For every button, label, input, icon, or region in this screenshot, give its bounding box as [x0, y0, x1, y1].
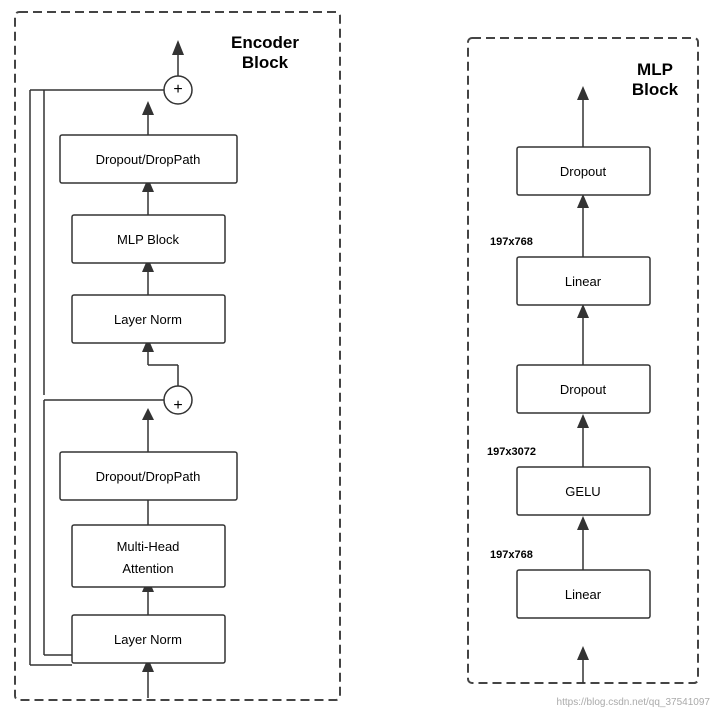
svg-text:Linear: Linear [565, 587, 602, 602]
svg-text:197x768: 197x768 [490, 236, 533, 248]
svg-text:Multi-Head: Multi-Head [117, 539, 180, 554]
final-diagram: Encoder Block Layer Norm Multi-Head Atte… [0, 0, 723, 712]
svg-text:197x3072: 197x3072 [487, 446, 536, 458]
svg-text:Layer Norm: Layer Norm [114, 632, 182, 647]
svg-text:Layer Norm: Layer Norm [114, 312, 182, 327]
svg-text:Attention: Attention [122, 561, 173, 576]
enc-title1: Encoder [231, 33, 299, 52]
encoder-border-final [15, 12, 340, 700]
svg-text:+: + [173, 81, 182, 98]
svg-text:197x768: 197x768 [490, 549, 533, 561]
svg-text:Dropout: Dropout [560, 164, 607, 179]
enc-title2: Block [242, 53, 289, 72]
svg-text:MLP Block: MLP Block [117, 232, 179, 247]
svg-text:Dropout/DropPath: Dropout/DropPath [96, 469, 201, 484]
svg-text:Dropout/DropPath: Dropout/DropPath [96, 152, 201, 167]
svg-text:Dropout: Dropout [560, 382, 607, 397]
svg-text:MLP: MLP [637, 60, 673, 79]
svg-text:Block: Block [632, 80, 679, 99]
svg-text:https://blog.csdn.net/qq_37541: https://blog.csdn.net/qq_37541097 [557, 697, 711, 708]
svg-text:GELU: GELU [565, 484, 600, 499]
svg-text:+: + [173, 397, 182, 414]
svg-text:Linear: Linear [565, 274, 602, 289]
